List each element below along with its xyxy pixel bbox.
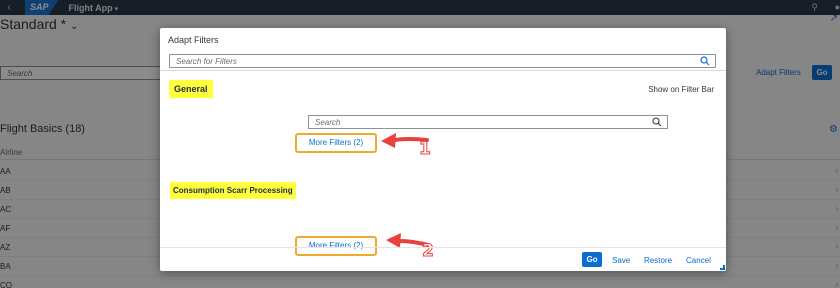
group-search-input[interactable]: Search <box>308 115 668 129</box>
group-title-consumption: Consumption Scarr Processing <box>170 182 296 199</box>
save-button[interactable]: Save <box>612 256 630 265</box>
adapt-filters-dialog: Adapt Filters Search for Filters General… <box>160 28 726 271</box>
more-filters-button-general[interactable]: More Filters (2) <box>295 133 377 153</box>
divider <box>160 70 726 71</box>
annotation-arrow-1: 1 <box>379 130 435 162</box>
filter-search-placeholder: Search for Filters <box>176 57 237 66</box>
dialog-title: Adapt Filters <box>168 35 219 45</box>
restore-button[interactable]: Restore <box>644 256 672 265</box>
dialog-footer: Go Save Restore Cancel <box>160 247 726 271</box>
search-icon[interactable] <box>652 117 662 129</box>
go-button[interactable]: Go <box>582 252 602 267</box>
filter-search-input[interactable]: Search for Filters <box>169 54 716 68</box>
show-on-filter-bar-header: Show on Filter Bar <box>648 85 714 94</box>
search-icon[interactable] <box>700 56 710 68</box>
cancel-button[interactable]: Cancel <box>686 256 711 265</box>
group-search-placeholder: Search <box>315 118 341 127</box>
annotation-number-1: 1 <box>419 139 432 160</box>
group-title-general: General <box>169 80 213 98</box>
resize-handle-icon[interactable] <box>720 265 725 270</box>
